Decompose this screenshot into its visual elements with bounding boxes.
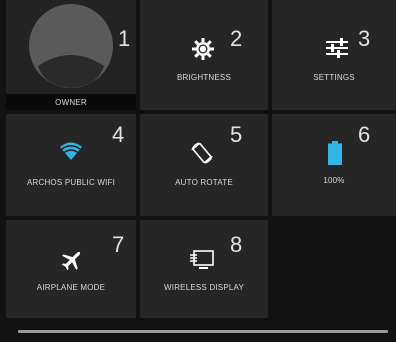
tile-label: AIRPLANE MODE xyxy=(36,283,106,292)
tile-label: AUTO ROTATE xyxy=(175,178,233,187)
rotate-icon xyxy=(191,142,213,164)
tile-wireless-display[interactable]: 8 WIRELESS DISPLAY xyxy=(140,220,268,318)
wifi-icon xyxy=(60,142,82,160)
tile-number: 4 xyxy=(112,122,125,147)
tile-number: 7 xyxy=(112,232,125,257)
sliders-icon xyxy=(326,38,348,58)
tile-wifi[interactable]: 4 ARCHOS PUBLIC WIFI xyxy=(6,114,136,216)
tile-number: 1 xyxy=(118,26,131,51)
brightness-icon xyxy=(192,38,214,60)
tile-label: ARCHOS PUBLIC WIFI xyxy=(26,178,116,187)
tile-label: BRIGHTNESS xyxy=(176,73,231,82)
tile-label: SETTINGS xyxy=(313,73,355,82)
tile-auto-rotate[interactable]: 5 AUTO ROTATE xyxy=(140,114,268,216)
tile-label: WIRELESS DISPLAY xyxy=(164,283,244,292)
battery-icon xyxy=(328,141,342,165)
panel-drag-handle[interactable] xyxy=(18,330,388,333)
tile-airplane[interactable]: 7 AIRPLANE MODE xyxy=(6,220,136,318)
tile-number: 3 xyxy=(358,26,371,51)
quick-settings-panel: 1 OWNER 2 BRIGHTNESS 3 SETTINGS 4 ARCHOS… xyxy=(0,0,396,342)
tile-label: OWNER xyxy=(55,98,87,107)
tile-brightness[interactable]: 2 BRIGHTNESS xyxy=(140,0,268,110)
airplane-icon xyxy=(61,251,81,271)
cast-icon xyxy=(190,250,214,269)
tile-battery[interactable]: 6 100% xyxy=(272,114,396,216)
tile-number: 2 xyxy=(230,26,243,51)
tile-label: 100% xyxy=(323,176,345,185)
avatar xyxy=(29,4,113,88)
tile-number: 5 xyxy=(230,122,243,147)
tile-settings[interactable]: 3 SETTINGS xyxy=(272,0,396,110)
tile-owner[interactable]: 1 OWNER xyxy=(6,0,136,110)
tile-number: 6 xyxy=(358,122,371,147)
tile-number: 8 xyxy=(230,232,243,257)
